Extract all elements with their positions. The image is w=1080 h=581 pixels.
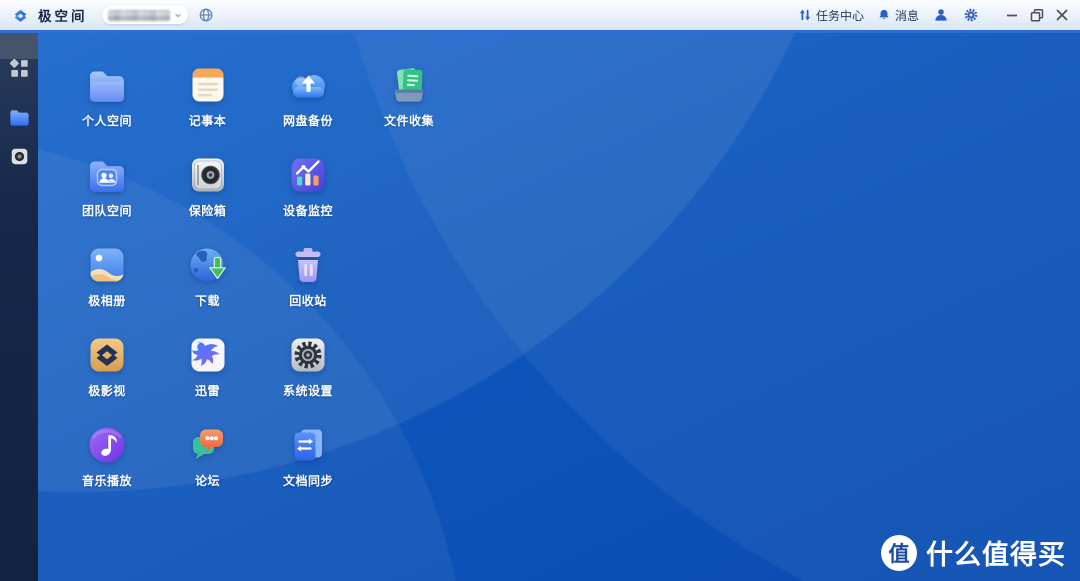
task-center-label: 任务中心 xyxy=(816,7,864,24)
device-name-censored xyxy=(108,10,170,21)
app-team-space[interactable]: 团队空间 xyxy=(59,152,155,219)
notepad-icon xyxy=(185,62,231,108)
app-label: 文件收集 xyxy=(361,112,457,129)
device-name-pill[interactable] xyxy=(102,6,188,24)
globe-icon[interactable] xyxy=(198,7,214,23)
app-file-collect[interactable]: 文件收集 xyxy=(361,62,457,129)
app-cloud-backup[interactable]: 网盘备份 xyxy=(260,62,356,129)
brand-logo-icon xyxy=(10,5,31,26)
team-space-icon xyxy=(84,152,130,198)
restore-icon xyxy=(1029,7,1045,23)
app-label: 下载 xyxy=(160,292,256,309)
close-button[interactable] xyxy=(1054,7,1070,23)
app-label: 极影视 xyxy=(59,382,155,399)
restore-button[interactable] xyxy=(1029,7,1045,23)
app-label: 网盘备份 xyxy=(260,112,356,129)
app-label: 极相册 xyxy=(59,292,155,309)
app-download[interactable]: 下载 xyxy=(160,242,256,309)
safe-mini-icon xyxy=(10,147,29,166)
gear-icon xyxy=(963,7,979,23)
minimize-button[interactable] xyxy=(1004,7,1020,23)
system-settings-icon xyxy=(285,332,331,378)
download-icon xyxy=(185,242,231,288)
app-label: 个人空间 xyxy=(59,112,155,129)
app-label: 文档同步 xyxy=(260,472,356,489)
music-player-icon xyxy=(84,422,130,468)
topbar-right: 任务中心 消息 xyxy=(785,7,1070,24)
desktop: 个人空间记事本网盘备份文件收集团队空间保险箱设备监控极相册下载回收站极影视迅雷系… xyxy=(38,33,1080,581)
personal-space-icon xyxy=(84,62,130,108)
nas-desktop-page: 极空间 任务中心 消息 xyxy=(0,0,1080,581)
app-label: 保险箱 xyxy=(160,202,256,219)
app-xunlei[interactable]: 迅雷 xyxy=(160,332,256,399)
brand-title: 极空间 xyxy=(38,5,88,25)
topbar: 极空间 任务中心 消息 xyxy=(0,0,1080,30)
app-recycle-bin[interactable]: 回收站 xyxy=(260,242,356,309)
watermark-text: 什么值得买 xyxy=(926,533,1066,572)
window-controls xyxy=(995,7,1070,23)
app-label: 回收站 xyxy=(260,292,356,309)
xunlei-icon xyxy=(185,332,231,378)
cloud-backup-icon xyxy=(285,62,331,108)
messages-label: 消息 xyxy=(895,7,919,24)
person-icon xyxy=(933,7,949,23)
app-label: 记事本 xyxy=(160,112,256,129)
messages-button[interactable]: 消息 xyxy=(877,7,919,24)
doc-sync-icon xyxy=(285,422,331,468)
app-label: 团队空间 xyxy=(59,202,155,219)
sort-arrows-icon xyxy=(798,8,812,22)
app-photo-album[interactable]: 极相册 xyxy=(59,242,155,309)
user-account-button[interactable] xyxy=(933,7,949,23)
app-system-settings[interactable]: 系统设置 xyxy=(260,332,356,399)
safe-box-icon xyxy=(185,152,231,198)
bell-icon xyxy=(877,8,891,22)
app-music-player[interactable]: 音乐播放 xyxy=(59,422,155,489)
app-label: 音乐播放 xyxy=(59,472,155,489)
app-safe-box[interactable]: 保险箱 xyxy=(160,152,256,219)
sidebar xyxy=(0,33,38,581)
forum-icon xyxy=(185,422,231,468)
minimize-icon xyxy=(1004,7,1020,23)
device-monitor-icon xyxy=(285,152,331,198)
settings-button[interactable] xyxy=(963,7,979,23)
app-label: 设备监控 xyxy=(260,202,356,219)
app-forum[interactable]: 论坛 xyxy=(160,422,256,489)
app-doc-sync[interactable]: 文档同步 xyxy=(260,422,356,489)
sidebar-item-apps[interactable] xyxy=(0,55,38,81)
folder-icon xyxy=(8,106,31,129)
app-movie[interactable]: 极影视 xyxy=(59,332,155,399)
topbar-accent-line xyxy=(0,30,1080,33)
watermark: 值 什么值得买 xyxy=(881,533,1066,572)
watermark-badge: 值 xyxy=(881,535,917,571)
sidebar-item-files[interactable] xyxy=(0,104,38,130)
app-device-monitor[interactable]: 设备监控 xyxy=(260,152,356,219)
sidebar-item-safe[interactable] xyxy=(0,143,38,169)
movie-icon xyxy=(84,332,130,378)
close-icon xyxy=(1054,7,1070,23)
apps-grid-icon xyxy=(9,58,30,79)
app-label: 迅雷 xyxy=(160,382,256,399)
photo-album-icon xyxy=(84,242,130,288)
file-collect-icon xyxy=(386,62,432,108)
app-label: 系统设置 xyxy=(260,382,356,399)
recycle-bin-icon xyxy=(285,242,331,288)
app-label: 论坛 xyxy=(160,472,256,489)
task-center-button[interactable]: 任务中心 xyxy=(798,7,864,24)
chevron-down-icon xyxy=(174,11,182,19)
app-notepad[interactable]: 记事本 xyxy=(160,62,256,129)
app-personal-space[interactable]: 个人空间 xyxy=(59,62,155,129)
